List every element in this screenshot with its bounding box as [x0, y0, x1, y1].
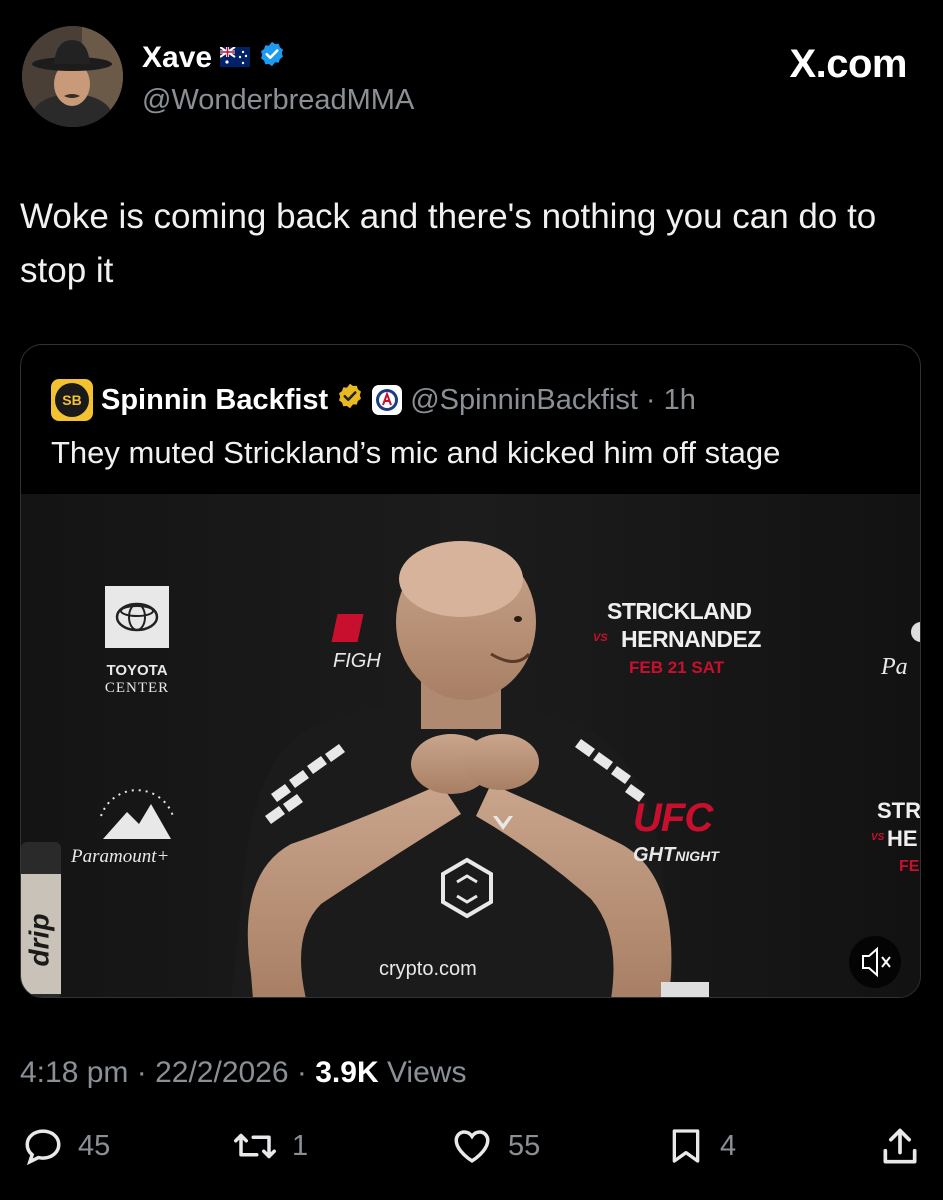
right-banner-vs: VS	[871, 832, 885, 843]
right-banner-line-3: FE	[899, 858, 920, 875]
sponsor-paramount: Paramount+	[71, 846, 170, 867]
reply-icon	[25, 1129, 61, 1166]
quoted-time[interactable]: 1h	[664, 384, 696, 417]
share-button[interactable]	[878, 1125, 922, 1169]
quoted-avatar-text: SB	[55, 383, 89, 417]
verified-badge-gold-icon	[336, 382, 364, 418]
retweet-count: 1	[292, 1129, 309, 1162]
right-banner-line-1: STR	[877, 798, 921, 823]
views-count: 3.9K	[315, 1056, 379, 1089]
reply-count: 45	[78, 1129, 111, 1162]
reply-button[interactable]: 45	[22, 1125, 110, 1167]
event-vs: VS	[593, 632, 608, 644]
tweet-time[interactable]: 4:18 pm	[20, 1056, 128, 1089]
fight-night-text: GHTNIGHT	[633, 844, 719, 867]
bookmark-icon	[672, 1129, 700, 1163]
bookmark-count: 4	[720, 1129, 737, 1162]
fight-night-part-1: GHT	[633, 844, 676, 866]
shirt-brand-text: crypto.com	[379, 958, 477, 980]
quoted-author-handle[interactable]: @SpinninBackfist	[410, 384, 638, 417]
heart-icon	[454, 1130, 490, 1163]
quoted-video[interactable]: TOYOTA CENTER Paramount+ FIGH STRICKLAND…	[21, 494, 921, 997]
author-avatar[interactable]	[22, 26, 123, 127]
australia-flag-icon	[219, 41, 251, 75]
x-logo: X.com	[789, 42, 907, 86]
verified-badge-icon	[258, 40, 286, 76]
quoted-avatar[interactable]: SB	[51, 379, 93, 421]
affiliate-badge-icon	[372, 385, 403, 415]
tweet-date[interactable]: 22/2/2026	[155, 1056, 288, 1089]
sponsor-toyota-sub: CENTER	[104, 680, 170, 696]
meta-dot-2: ·	[296, 1056, 307, 1089]
retweet-icon	[234, 1133, 276, 1159]
retweet-button[interactable]: 1	[232, 1125, 308, 1167]
quoted-separator: ·	[645, 383, 656, 416]
fight-night-part-2: NIGHT	[675, 848, 719, 864]
meta-dot-1: ·	[136, 1056, 147, 1089]
author-handle[interactable]: @WonderbreadMMA	[142, 84, 414, 117]
author-name[interactable]: Xave	[142, 41, 212, 75]
quoted-tweet-header: SB Spinnin Backfist @SpinninBackfist · 1…	[51, 379, 696, 421]
quoted-tweet-text: They muted Strickland’s mic and kicked h…	[51, 435, 781, 470]
views-label: Views	[386, 1056, 467, 1089]
share-icon	[883, 1128, 917, 1164]
event-line-2: HERNANDEZ	[621, 626, 761, 652]
quoted-author-name[interactable]: Spinnin Backfist	[101, 384, 328, 417]
ufc-logo: UFC	[633, 796, 713, 840]
bookmark-button[interactable]: 4	[666, 1125, 736, 1167]
right-banner-line-2: HE	[887, 826, 918, 851]
tweet-meta: 4:18 pm · 22/2/2026 · 3.9K Views	[20, 1056, 466, 1090]
right-banner-pa: Pa	[881, 654, 908, 680]
event-date: FEB 21 SAT	[629, 658, 725, 677]
like-button[interactable]: 55	[450, 1125, 540, 1167]
mute-button[interactable]	[849, 936, 901, 988]
bottle-text: drip	[23, 913, 55, 967]
sponsor-toyota-label: TOYOTA	[106, 662, 168, 679]
tweet-text: Woke is coming back and there's nothing …	[20, 197, 877, 290]
author-name-row: Xave	[142, 40, 286, 76]
banner-fight-text: FIGH	[333, 650, 381, 672]
action-bar: 45 1 55 4	[0, 1125, 943, 1175]
event-line-1: STRICKLAND	[607, 598, 752, 624]
like-count: 55	[508, 1129, 541, 1162]
quoted-tweet-card[interactable]: SB Spinnin Backfist @SpinninBackfist · 1…	[20, 344, 921, 998]
